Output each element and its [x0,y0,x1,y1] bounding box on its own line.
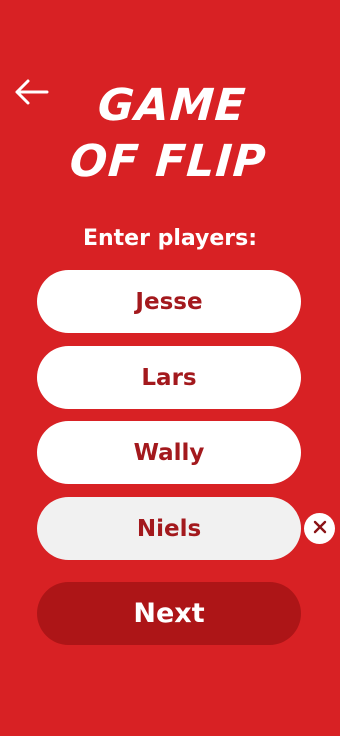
close-icon [313,519,327,538]
player-field-active[interactable]: Niels [37,497,301,560]
player-field[interactable]: Jesse [37,270,301,333]
next-button[interactable]: Next [37,582,301,645]
enter-players-label: Enter players: [82,226,258,251]
remove-player-button[interactable] [304,513,335,544]
player-field[interactable]: Wally [37,421,301,484]
app-title: GAME OF FLIP [0,78,340,190]
title-line-2: OF FLIP [68,136,269,187]
title-line-1: GAME [96,80,248,131]
player-field[interactable]: Lars [37,346,301,409]
